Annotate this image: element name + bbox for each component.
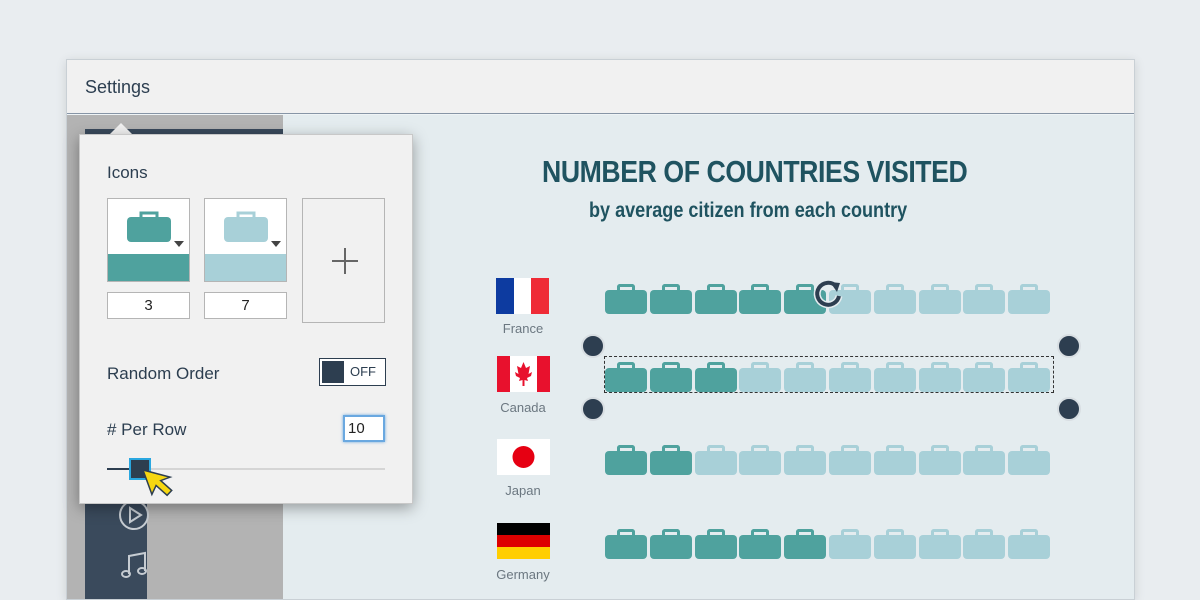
suitcase-icon[interactable] xyxy=(694,445,737,475)
germany-flag-icon xyxy=(497,523,550,559)
suitcase-icon xyxy=(224,211,268,242)
suitcase-icon[interactable] xyxy=(873,529,916,559)
toggle-knob[interactable] xyxy=(322,361,344,383)
suitcase-icon[interactable] xyxy=(829,529,871,559)
icon2-count-input[interactable]: 7 xyxy=(204,292,287,319)
suitcase-icon[interactable] xyxy=(1008,284,1051,314)
suitcase-icon[interactable] xyxy=(739,284,782,314)
japan-flag-icon xyxy=(497,439,550,475)
suitcase-icon[interactable] xyxy=(739,445,782,475)
icon-color-swatch[interactable] xyxy=(205,254,286,281)
suitcase-icon[interactable] xyxy=(873,284,916,314)
rotate-icon[interactable] xyxy=(812,278,844,310)
country-label-canada: Canada xyxy=(500,400,546,415)
country-label-japan: Japan xyxy=(505,483,541,498)
icon-picker-dark[interactable] xyxy=(107,198,190,282)
suitcase-icon[interactable] xyxy=(963,445,1006,475)
resize-handle-top-left[interactable] xyxy=(581,334,605,358)
suitcase-icon[interactable] xyxy=(694,529,737,559)
per-row-label: # Per Row xyxy=(107,420,187,439)
suitcase-icon[interactable] xyxy=(963,529,1006,559)
window-title: Settings xyxy=(85,77,151,97)
suitcase-icon[interactable] xyxy=(649,284,692,314)
plus-icon-vertical xyxy=(344,248,346,274)
country-label-france: France xyxy=(502,321,544,336)
tool-sidebar xyxy=(85,490,149,599)
resize-handle-top-right[interactable] xyxy=(1057,334,1081,358)
chart-title[interactable]: NUMBER OF COUNTRIES VISITED xyxy=(542,154,968,190)
suitcase-icon xyxy=(127,211,171,242)
icon-picker-light[interactable] xyxy=(204,198,287,282)
suitcase-icon[interactable] xyxy=(739,529,782,559)
suitcase-icon[interactable] xyxy=(918,284,961,314)
icon1-count-input[interactable]: 3 xyxy=(107,292,190,319)
music-icon[interactable] xyxy=(117,548,151,582)
popover-arrow xyxy=(110,123,132,134)
toggle-state-text: OFF xyxy=(350,364,376,379)
canada-flag-icon xyxy=(497,356,550,392)
france-flag-icon xyxy=(496,278,549,314)
per-row-slider-fill xyxy=(107,468,130,470)
suitcase-icon[interactable] xyxy=(873,445,916,475)
settings-popover: Icons 3 7 Random Order OFF # Per Row 10 xyxy=(79,134,413,504)
selection-box[interactable] xyxy=(604,356,1054,393)
per-row-input[interactable]: 10 xyxy=(343,415,385,442)
suitcase-icon[interactable] xyxy=(649,445,692,475)
chevron-down-icon[interactable] xyxy=(271,241,281,247)
suitcase-icon[interactable] xyxy=(605,284,647,314)
suitcase-icon[interactable] xyxy=(963,284,1006,314)
add-icon-button[interactable] xyxy=(302,198,385,323)
resize-handle-bottom-right[interactable] xyxy=(1057,397,1081,421)
window-header: Settings xyxy=(67,60,1134,114)
suitcase-icon[interactable] xyxy=(694,284,737,314)
suitcase-icon[interactable] xyxy=(605,445,647,475)
icons-label: Icons xyxy=(107,163,148,182)
icon-color-swatch[interactable] xyxy=(108,254,189,281)
chevron-down-icon[interactable] xyxy=(174,241,184,247)
suitcase-icon[interactable] xyxy=(918,529,961,559)
suitcase-icon[interactable] xyxy=(784,445,827,475)
random-order-toggle[interactable]: OFF xyxy=(319,358,386,386)
random-order-label: Random Order xyxy=(107,364,220,383)
suitcase-icon[interactable] xyxy=(784,529,827,559)
cursor-arrow-icon xyxy=(141,468,173,497)
suitcase-icon[interactable] xyxy=(918,445,961,475)
suitcase-icon[interactable] xyxy=(1008,445,1051,475)
country-label-germany: Germany xyxy=(496,567,550,582)
suitcase-icon[interactable] xyxy=(829,445,871,475)
suitcase-icon[interactable] xyxy=(1008,529,1051,559)
chart-subtitle[interactable]: by average citizen from each country xyxy=(589,199,907,223)
resize-handle-bottom-left[interactable] xyxy=(581,397,605,421)
suitcase-icon[interactable] xyxy=(605,529,647,559)
suitcase-icon[interactable] xyxy=(649,529,692,559)
